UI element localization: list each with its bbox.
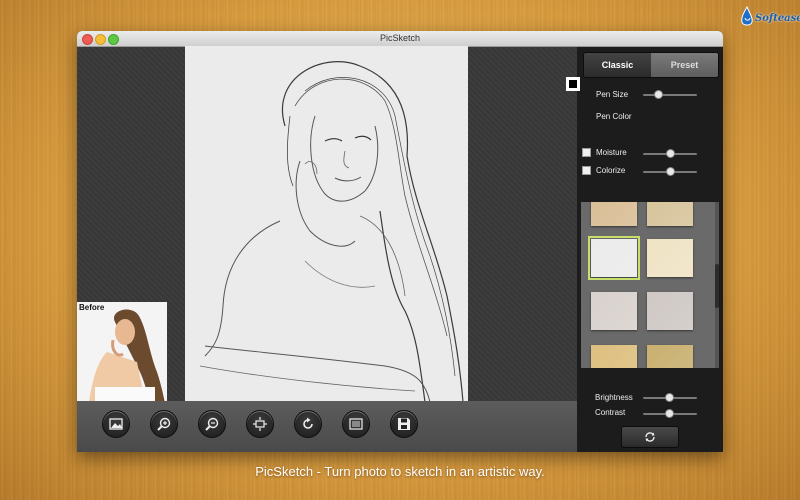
contrast-label: Contrast bbox=[595, 408, 626, 417]
tab-preset[interactable]: Preset bbox=[651, 53, 718, 77]
moisture-slider-knob[interactable] bbox=[666, 149, 675, 158]
app-window: PicSketch Before Classic Preset Pen Size… bbox=[77, 31, 723, 452]
sketch-drawing bbox=[185, 46, 468, 402]
texture-scrollbar-thumb[interactable] bbox=[715, 264, 719, 308]
texture-thumb[interactable] bbox=[647, 345, 693, 368]
contrast-slider-knob[interactable] bbox=[665, 409, 674, 418]
moisture-label: Moisture bbox=[596, 148, 627, 157]
title-bar: PicSketch bbox=[77, 31, 723, 47]
zoom-in-button[interactable] bbox=[150, 410, 178, 438]
logo-text: Softease bbox=[755, 13, 800, 24]
texture-grid bbox=[581, 202, 719, 368]
colorize-slider-knob[interactable] bbox=[666, 167, 675, 176]
brightness-label: Brightness bbox=[595, 393, 633, 402]
reset-button[interactable] bbox=[621, 426, 679, 448]
fit-screen-button[interactable] bbox=[246, 410, 274, 438]
pen-size-label: Pen Size bbox=[596, 90, 629, 99]
texture-thumb[interactable] bbox=[591, 292, 637, 330]
colorize-checkbox[interactable] bbox=[582, 166, 591, 175]
caption-text: PicSketch - Turn photo to sketch in an a… bbox=[255, 464, 545, 479]
canvas-area: Before bbox=[77, 46, 577, 416]
brightness-slider-knob[interactable] bbox=[665, 393, 674, 402]
pen-color-fill bbox=[569, 80, 577, 88]
before-label: Before bbox=[79, 303, 105, 312]
settings-panel: Classic Preset Pen Size Pen Color Moistu… bbox=[577, 47, 723, 452]
image-icon bbox=[109, 418, 123, 430]
mode-tabs: Classic Preset bbox=[583, 52, 719, 78]
pen-size-slider-knob[interactable] bbox=[654, 90, 663, 99]
moisture-checkbox[interactable] bbox=[582, 148, 591, 157]
texture-thumb[interactable] bbox=[647, 239, 693, 277]
pen-color-swatch[interactable] bbox=[566, 77, 580, 91]
texture-thumb[interactable] bbox=[647, 292, 693, 330]
frame-button[interactable] bbox=[342, 410, 370, 438]
fit-screen-icon bbox=[253, 417, 267, 431]
texture-thumb[interactable] bbox=[591, 345, 637, 368]
tab-classic[interactable]: Classic bbox=[584, 53, 651, 77]
texture-thumb[interactable] bbox=[591, 202, 637, 226]
frame-icon bbox=[349, 418, 363, 430]
zoom-out-button[interactable] bbox=[198, 410, 226, 438]
before-preview[interactable]: Before bbox=[77, 302, 167, 416]
zoom-out-icon bbox=[205, 417, 219, 431]
open-image-button[interactable] bbox=[102, 410, 130, 438]
rotate-icon bbox=[303, 417, 313, 429]
pen-color-label: Pen Color bbox=[596, 112, 632, 121]
sketch-image[interactable] bbox=[185, 46, 468, 402]
save-button[interactable] bbox=[390, 410, 418, 438]
texture-thumb[interactable] bbox=[647, 202, 693, 226]
colorize-label: Colorize bbox=[596, 166, 626, 175]
zoom-in-icon bbox=[157, 417, 171, 431]
before-photo bbox=[77, 302, 167, 416]
logo-drop-icon bbox=[741, 6, 753, 26]
save-icon bbox=[398, 418, 410, 430]
bottom-toolbar bbox=[77, 401, 577, 452]
window-title: PicSketch bbox=[379, 33, 421, 43]
texture-thumb-selected[interactable] bbox=[588, 236, 640, 280]
rotate-button[interactable] bbox=[294, 410, 322, 438]
pen-size-slider[interactable] bbox=[643, 94, 697, 96]
softease-logo: Softease bbox=[738, 4, 800, 34]
refresh-icon bbox=[645, 432, 655, 442]
